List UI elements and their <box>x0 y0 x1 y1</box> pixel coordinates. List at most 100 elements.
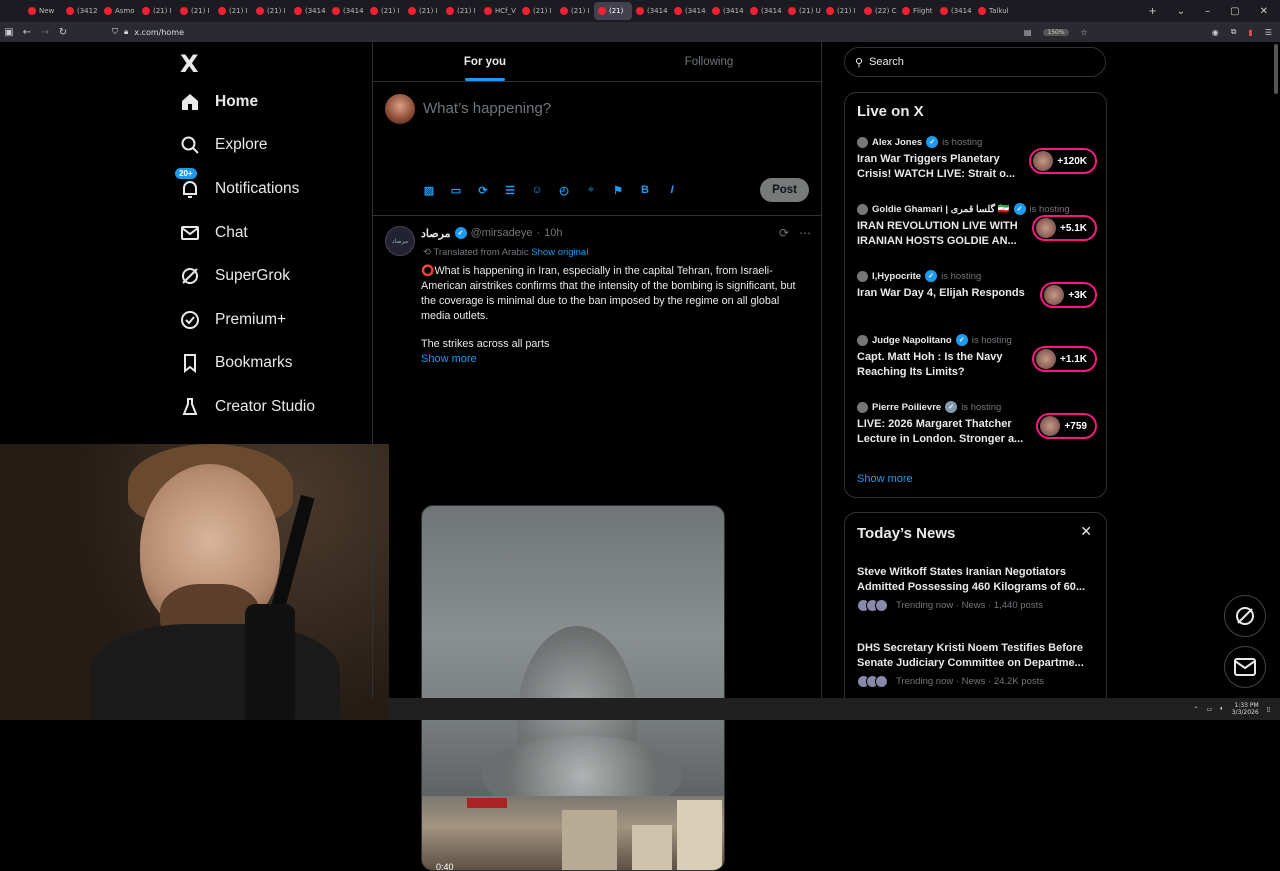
tweet-video[interactable]: 0:40 <box>421 505 725 871</box>
show-original-link[interactable]: Show original <box>531 247 588 258</box>
live-title[interactable]: IRAN REVOLUTION LIVE WITH IRANIAN HOSTS … <box>857 219 1025 249</box>
menu-icon[interactable]: ☰ <box>1265 28 1272 37</box>
browser-tab[interactable]: (21) I <box>176 2 214 20</box>
nav-item-home[interactable]: Home <box>178 80 368 124</box>
poll-icon[interactable]: ☰ <box>502 182 518 198</box>
browser-tab[interactable]: (3414 <box>290 2 328 20</box>
live-item[interactable]: Pierre Poilievre ✓ is hosting LIVE: 2026 Ma… <box>857 401 1097 447</box>
tab-list-icon[interactable]: ⌄ <box>1177 6 1185 17</box>
url-bar[interactable]: ⛉ 🔒︎ x.com/home <box>112 27 184 37</box>
grok-fab-button[interactable] <box>1224 595 1266 637</box>
x-logo[interactable]: X <box>180 50 368 80</box>
browser-tab[interactable]: (3414 <box>670 2 708 20</box>
live-listener-pill[interactable]: +120K <box>1029 148 1097 174</box>
news-item[interactable]: DHS Secretary Kristi Noem Testifies Befo… <box>857 641 1099 688</box>
browser-tab[interactable]: (21) I <box>442 2 480 20</box>
page-scrollbar[interactable] <box>1274 44 1278 94</box>
compose-input[interactable]: What’s happening? <box>423 100 551 117</box>
host-name[interactable]: I,Hypocrite <box>872 271 921 282</box>
emoji-icon[interactable]: ☺ <box>529 182 545 198</box>
nav-item-supergrok[interactable]: SuperGrok <box>178 254 368 298</box>
tweet-author-name[interactable]: مرصاد <box>421 227 451 240</box>
browser-tab[interactable]: (21) U <box>784 2 822 20</box>
tweet[interactable]: مرصاد مرصاد ✓ @mirsadeye · 10h ⟳ ⋯ ⟲ Tra… <box>373 216 821 871</box>
browser-tab[interactable]: (21) <box>594 2 632 20</box>
browser-tab[interactable]: (21) I <box>556 2 594 20</box>
browser-tab[interactable]: New <box>24 2 62 20</box>
live-listener-pill[interactable]: +3K <box>1040 282 1097 308</box>
nav-item-bookmarks[interactable]: Bookmarks <box>178 342 368 386</box>
live-title[interactable]: Iran War Triggers Planetary Crisis! WATC… <box>857 152 1025 182</box>
reload-icon[interactable]: ↻ <box>54 27 72 38</box>
nav-item-notifications[interactable]: 20+ Notifications <box>175 167 368 211</box>
nav-item-explore[interactable]: Explore <box>178 124 368 168</box>
live-title[interactable]: LIVE: 2026 Margaret Thatcher Lecture in … <box>857 417 1025 447</box>
live-listener-pill[interactable]: +1.1K <box>1032 346 1097 372</box>
live-listener-pill[interactable]: +759 <box>1036 413 1097 439</box>
italic-icon[interactable]: I <box>664 182 680 198</box>
image-icon[interactable]: ▨ <box>421 182 437 198</box>
bookmark-star-icon[interactable]: ☆ <box>1081 28 1088 37</box>
live-listener-pill[interactable]: +5.1K <box>1032 215 1097 241</box>
browser-tab[interactable]: (22) C <box>860 2 898 20</box>
browser-tab[interactable]: (21) I <box>404 2 442 20</box>
nav-item-premium[interactable]: Premium+ <box>178 298 368 342</box>
browser-tab[interactable]: (21) I <box>518 2 556 20</box>
browser-tab[interactable]: (3414 <box>328 2 366 20</box>
new-tab-icon[interactable]: + <box>1148 6 1156 17</box>
reader-icon[interactable]: ▤ <box>1024 28 1032 37</box>
post-button[interactable]: Post <box>760 178 809 202</box>
system-clock[interactable]: 1:33 PM 3/3/2026 <box>1232 702 1259 716</box>
host-name[interactable]: Alex Jones <box>872 137 922 148</box>
search-input[interactable]: ⚲ Search <box>844 47 1106 77</box>
gif-icon[interactable]: ▭ <box>448 182 464 198</box>
news-item[interactable]: Steve Witkoff States Iranian Negotiators… <box>857 565 1099 612</box>
live-item[interactable]: Judge Napolitano ✓ is hosting Capt. Matt Ho… <box>857 334 1097 380</box>
browser-tab[interactable]: HCf_V <box>480 2 518 20</box>
live-title[interactable]: Iran War Day 4, Elijah Responds <box>857 286 1025 301</box>
live-item[interactable]: Goldie Ghamari | گلسا قمری 🇮🇷 ✓ is hosting… <box>857 203 1097 249</box>
tweet-avatar[interactable]: مرصاد <box>385 226 415 256</box>
tweet-time[interactable]: 10h <box>544 227 562 239</box>
close-icon[interactable]: ✕ <box>1080 523 1092 540</box>
browser-tab[interactable]: Asmo <box>100 2 138 20</box>
grok-icon[interactable]: ⟳ <box>475 182 491 198</box>
browser-tab[interactable]: (21) I <box>252 2 290 20</box>
zoom-level[interactable]: 150% <box>1043 28 1069 36</box>
nav-item-creator-studio[interactable]: Creator Studio <box>178 385 368 429</box>
live-item[interactable]: Alex Jones ✓ is hosting Iran War Triggers P… <box>857 136 1097 182</box>
tweet-handle[interactable]: @mirsadeye <box>471 227 533 239</box>
tweet-show-more-link[interactable]: Show more <box>421 353 477 365</box>
browser-tab[interactable]: (3414 <box>936 2 974 20</box>
notification-icon[interactable]: ▯ <box>1267 706 1270 713</box>
extensions-icon[interactable]: ⧉ <box>1231 27 1237 37</box>
sidebar-toggle-icon[interactable]: ▣ <box>0 27 18 38</box>
tray-chevron-icon[interactable]: ⌃ <box>1193 706 1198 713</box>
browser-tab[interactable]: (3414 <box>632 2 670 20</box>
browser-tab[interactable]: Flight <box>898 2 936 20</box>
browser-tab[interactable]: Talkul <box>974 2 1012 20</box>
browser-tab[interactable]: (21) I <box>138 2 176 20</box>
host-name[interactable]: Judge Napolitano <box>872 335 952 346</box>
volume-icon[interactable]: 🔈︎ <box>1220 705 1224 713</box>
messages-fab-button[interactable] <box>1224 646 1266 688</box>
tab-following[interactable]: Following <box>597 42 821 81</box>
browser-tab[interactable]: (21) I <box>822 2 860 20</box>
schedule-icon[interactable]: ◴ <box>556 182 572 198</box>
browser-tab[interactable]: (21) I <box>214 2 252 20</box>
host-name[interactable]: Pierre Poilievre <box>872 402 941 413</box>
browser-tab[interactable]: (3414 <box>746 2 784 20</box>
forward-icon[interactable]: → <box>36 27 54 38</box>
location-icon[interactable]: ⌖ <box>583 182 599 198</box>
browser-tab[interactable]: (3414 <box>708 2 746 20</box>
host-name[interactable]: Goldie Ghamari | گلسا قمری 🇮🇷 <box>872 204 1010 215</box>
minimize-icon[interactable]: – <box>1205 6 1210 17</box>
live-item[interactable]: I,Hypocrite ✓ is hosting Iran War Day 4, El… <box>857 270 1097 308</box>
flag-icon[interactable]: ⚑ <box>610 182 626 198</box>
maximize-icon[interactable]: ▢ <box>1230 6 1239 17</box>
close-window-icon[interactable]: ✕ <box>1260 6 1268 17</box>
tab-for-you[interactable]: For you <box>373 42 597 81</box>
user-avatar[interactable] <box>385 94 415 124</box>
extension-icon[interactable]: ▮ <box>1248 28 1252 37</box>
live-title[interactable]: Capt. Matt Hoh : Is the Navy Reaching It… <box>857 350 1025 380</box>
